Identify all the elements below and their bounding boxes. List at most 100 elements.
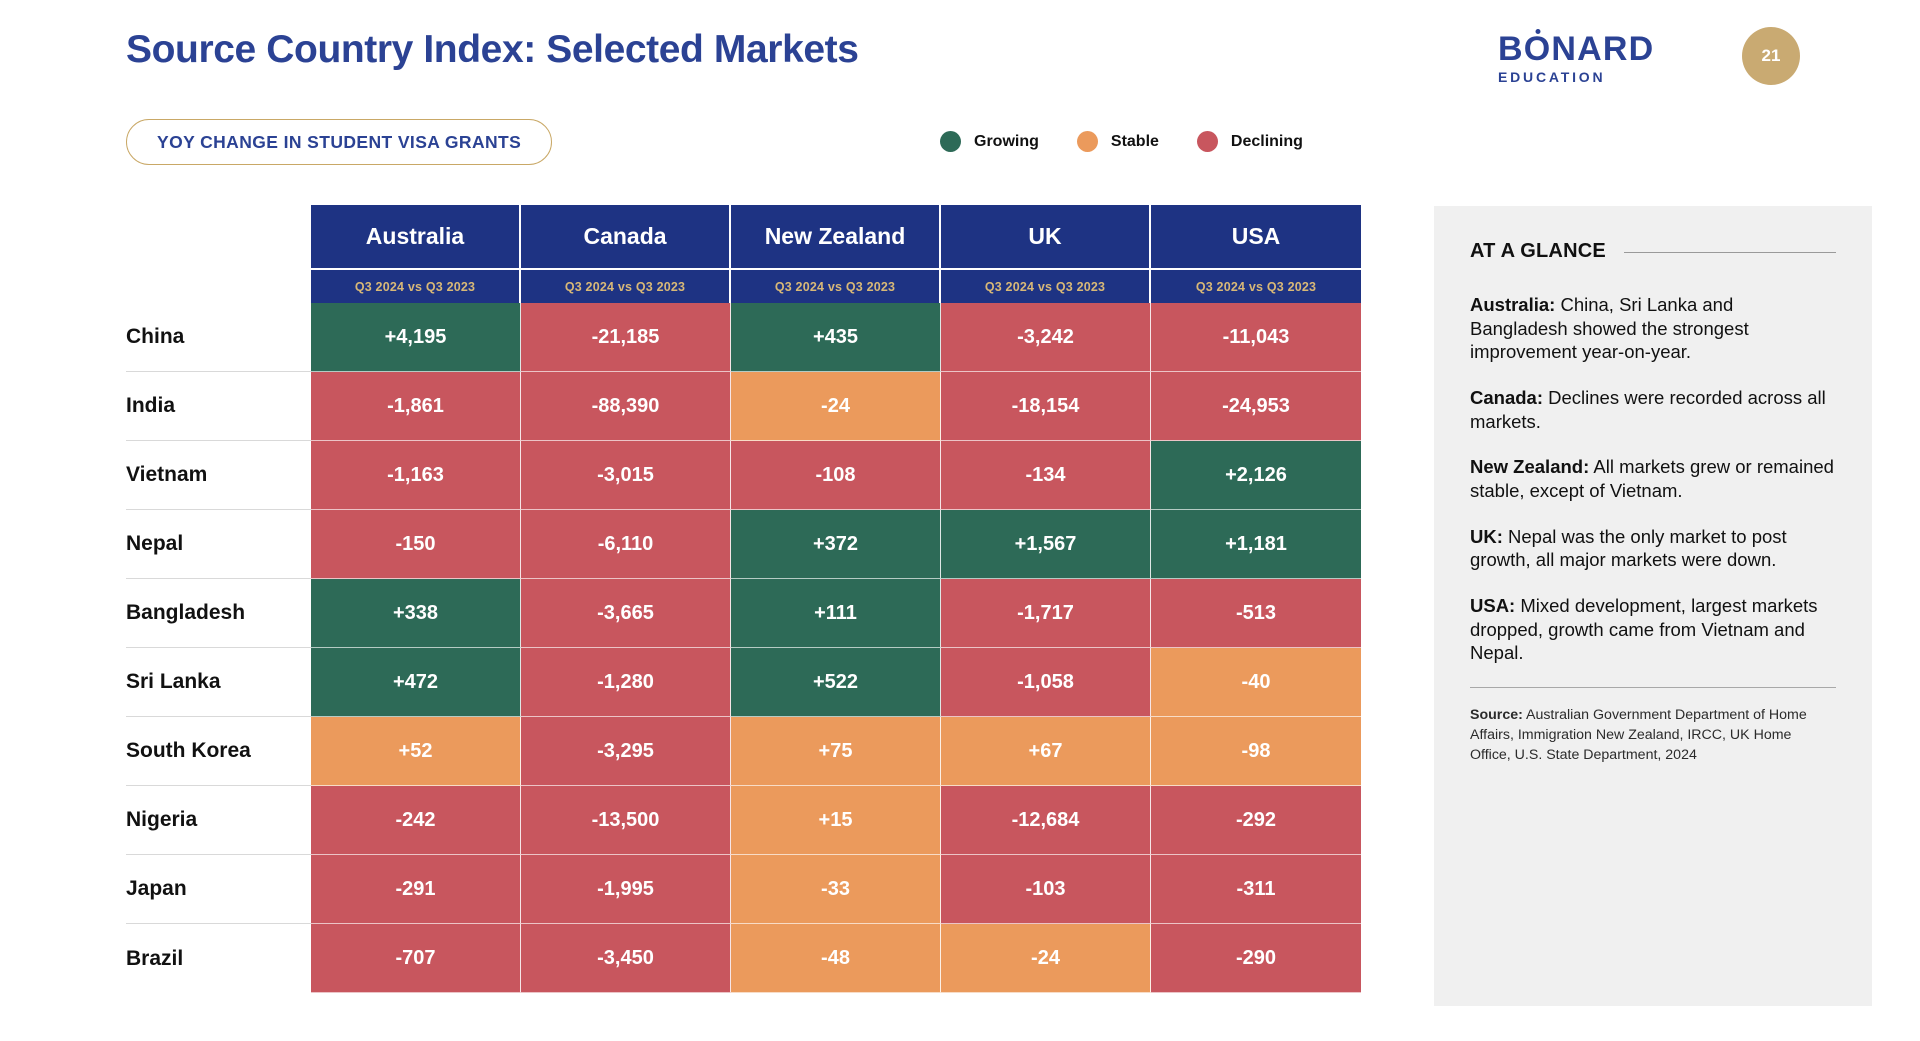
subtitle-pill: YOY CHANGE IN STUDENT VISA GRANTS [126, 119, 553, 165]
glance-note: Canada: Declines were recorded across al… [1470, 386, 1836, 433]
page-title: Source Country Index: Selected Markets [126, 28, 859, 71]
heatmap-cell: -3,450 [521, 924, 731, 993]
heatmap-cell: +1,181 [1151, 510, 1361, 579]
source-label: Source: [1470, 707, 1523, 724]
table-row: Bangladesh +338 -3,665 +111 -1,717 -513 [126, 579, 1361, 648]
legend-dot-icon [1196, 131, 1218, 152]
table-body: China +4,195 -21,185 +435 -3,242 -11,043 India… [126, 303, 1361, 993]
column-subheader-period: Q3 2024 vs Q3 2023 [311, 268, 521, 303]
heatmap-cell: -33 [731, 855, 941, 924]
heatmap-cell: +2,126 [1151, 441, 1361, 510]
heatmap-cell: -242 [311, 786, 521, 855]
row-label-india: India [126, 372, 311, 441]
table-row: Vietnam -1,163 -3,015 -108 -134 +2,126 [126, 441, 1361, 510]
heatmap-cell: -1,280 [521, 648, 731, 717]
heatmap-cell: -513 [1151, 579, 1361, 648]
table-corner-cell-2 [126, 268, 311, 303]
legend-item-stable: Stable [1076, 131, 1159, 152]
glance-note-text: Mixed development, largest markets dropp… [1470, 595, 1818, 664]
glance-note-market: USA: [1470, 595, 1516, 617]
brand-o-dot-icon: O [1523, 30, 1552, 68]
heatmap-cell: -1,995 [521, 855, 731, 924]
table-row: India -1,861 -88,390 -24 -18,154 -24,953 [126, 372, 1361, 441]
column-header-uk: UK [941, 205, 1151, 268]
heatmap-cell: -3,242 [941, 303, 1151, 372]
heatmap-cell: +522 [731, 648, 941, 717]
heatmap-cell: -21,185 [521, 303, 731, 372]
heatmap-cell: -1,861 [311, 372, 521, 441]
heatmap-cell: -1,163 [311, 441, 521, 510]
row-label-brazil: Brazil [126, 924, 311, 993]
heatmap-cell: +372 [731, 510, 941, 579]
heatmap-cell: -24 [941, 924, 1151, 993]
heatmap-cell: +338 [311, 579, 521, 648]
legend-label: Stable [1110, 132, 1159, 150]
column-header-usa: USA [1151, 205, 1361, 268]
glance-note-text: Nepal was the only market to post growth… [1470, 525, 1787, 571]
column-subheader-period: Q3 2024 vs Q3 2023 [731, 268, 941, 303]
table-header-row-markets: Australia Canada New Zealand UK USA [126, 205, 1361, 268]
table-row: Sri Lanka +472 -1,280 +522 -1,058 -40 [126, 648, 1361, 717]
heatmap-cell: +472 [311, 648, 521, 717]
table-row: Nigeria -242 -13,500 +15 -12,684 -292 [126, 786, 1361, 855]
slide-root: Source Country Index: Selected Markets Y… [0, 0, 1920, 1041]
brand-logo: BONARD EDUCATION [1498, 32, 1654, 84]
heatmap-table: Australia Canada New Zealand UK USA Q3 2024 … [126, 205, 1361, 993]
table-head: Australia Canada New Zealand UK USA Q3 2024 … [126, 205, 1361, 303]
heatmap-cell: -6,110 [521, 510, 731, 579]
heatmap-cell: -103 [941, 855, 1151, 924]
row-label-bangladesh: Bangladesh [126, 579, 311, 648]
heatmap-cell: -707 [311, 924, 521, 993]
table-corner-cell [126, 205, 311, 268]
row-label-nigeria: Nigeria [126, 786, 311, 855]
column-header-australia: Australia [311, 205, 521, 268]
heatmap-cell: -24 [731, 372, 941, 441]
table-row: China +4,195 -21,185 +435 -3,242 -11,043 [126, 303, 1361, 372]
heatmap-cell: -13,500 [521, 786, 731, 855]
heatmap-cell: +111 [731, 579, 941, 648]
glance-note-market: UK: [1470, 525, 1503, 547]
heatmap-cell: -48 [731, 924, 941, 993]
heatmap-cell: -12,684 [941, 786, 1151, 855]
glance-note-market: Canada: [1470, 387, 1543, 409]
glance-note-market: New Zealand: [1470, 456, 1590, 478]
table-row: Nepal -150 -6,110 +372 +1,567 +1,181 [126, 510, 1361, 579]
row-label-sri-lanka: Sri Lanka [126, 648, 311, 717]
heatmap-cell: -1,717 [941, 579, 1151, 648]
legend: Growing Stable Declining [940, 131, 1303, 152]
table-header-row-periods: Q3 2024 vs Q3 2023 Q3 2024 vs Q3 2023 Q3 2… [126, 268, 1361, 303]
at-a-glance-rule [1623, 252, 1836, 253]
column-subheader-period: Q3 2024 vs Q3 2023 [1151, 268, 1361, 303]
heatmap-cell: -290 [1151, 924, 1361, 993]
table-row: Japan -291 -1,995 -33 -103 -311 [126, 855, 1361, 924]
heatmap-cell: -1,058 [941, 648, 1151, 717]
row-label-japan: Japan [126, 855, 311, 924]
heatmap-cell: -18,154 [941, 372, 1151, 441]
legend-label: Growing [974, 132, 1039, 150]
heatmap-cell: -3,295 [521, 717, 731, 786]
heatmap-cell: +52 [311, 717, 521, 786]
subtitle-pill-label: YOY CHANGE IN STUDENT VISA GRANTS [157, 131, 522, 152]
table-row: South Korea +52 -3,295 +75 +67 -98 [126, 717, 1361, 786]
glance-note: UK: Nepal was the only market to post gr… [1470, 525, 1836, 572]
at-a-glance-divider [1470, 687, 1836, 689]
row-label-china: China [126, 303, 311, 372]
source-note: Source: Australian Government Department… [1470, 706, 1836, 766]
heatmap-cell: -24,953 [1151, 372, 1361, 441]
column-header-new-zealand: New Zealand [731, 205, 941, 268]
glance-note: USA: Mixed development, largest markets … [1470, 594, 1836, 665]
row-label-vietnam: Vietnam [126, 441, 311, 510]
glance-note-market: Australia: [1470, 294, 1556, 315]
legend-dot-icon [1076, 131, 1098, 152]
column-subheader-period: Q3 2024 vs Q3 2023 [941, 268, 1151, 303]
column-subheader-period: Q3 2024 vs Q3 2023 [521, 268, 731, 303]
heatmap-cell: +4,195 [311, 303, 521, 372]
legend-item-growing: Growing [940, 131, 1039, 152]
heatmap-cell: -11,043 [1151, 303, 1361, 372]
brand-subtitle: EDUCATION [1498, 69, 1606, 85]
heatmap-cell: -108 [731, 441, 941, 510]
at-a-glance-panel: AT A GLANCE Australia: China, Sri Lanka … [1434, 206, 1872, 1006]
heatmap-cell: -134 [941, 441, 1151, 510]
glance-note: Australia: China, Sri Lanka and Banglade… [1470, 293, 1836, 364]
row-label-nepal: Nepal [126, 510, 311, 579]
